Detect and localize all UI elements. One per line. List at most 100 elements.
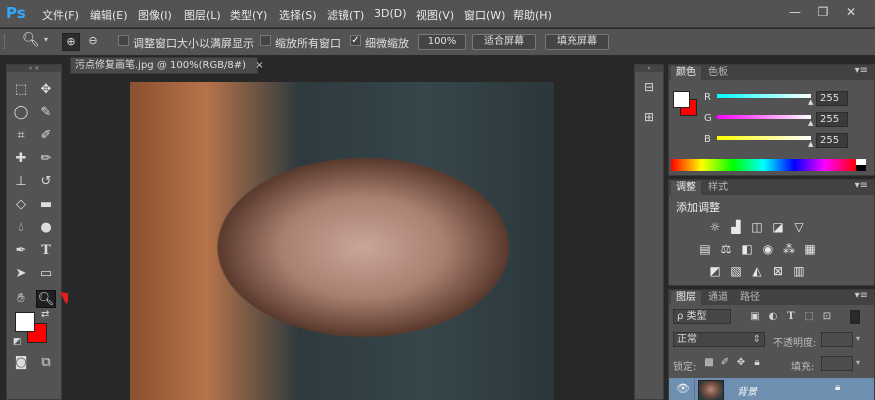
layer-name[interactable]: 背景: [737, 383, 757, 398]
menu-window[interactable]: 窗口(W): [464, 7, 505, 23]
actual-pixels-button[interactable]: 100%: [418, 34, 466, 50]
resize-windows-checkbox[interactable]: [118, 35, 129, 46]
layer-row[interactable]: 👁︎ 背景 🔒︎: [669, 378, 874, 400]
eyedropper-icon[interactable]: ✐: [36, 127, 56, 145]
properties-panel-icon[interactable]: ⊞: [642, 111, 656, 125]
spot-healing-icon[interactable]: ✚: [11, 150, 31, 168]
blur-icon[interactable]: 💧︎: [11, 219, 31, 237]
filter-shape-icon[interactable]: ⬚: [803, 311, 815, 323]
channel-mixer-icon[interactable]: ⁂: [781, 242, 797, 256]
lasso-icon[interactable]: ◯: [11, 104, 31, 122]
eraser-icon[interactable]: ◇: [11, 196, 31, 214]
layer-kind-filter[interactable]: ρ 类型: [673, 309, 731, 324]
move-icon[interactable]: ✥: [36, 81, 56, 99]
zoom-preset-icon[interactable]: 🔍︎: [22, 32, 40, 48]
fill-dropdown-icon[interactable]: ▾: [856, 358, 860, 367]
posterize-icon[interactable]: ▧: [728, 264, 744, 278]
color-fg-swatch[interactable]: [673, 91, 690, 108]
dodge-icon[interactable]: ●: [36, 219, 56, 237]
close-tab-icon[interactable]: ×: [255, 60, 263, 71]
zoom-all-checkbox[interactable]: [260, 35, 271, 46]
tab-swatches[interactable]: 色板: [703, 66, 733, 80]
lock-image-icon[interactable]: ✐: [719, 357, 731, 369]
history-panel-icon[interactable]: ⊟: [642, 81, 656, 95]
tab-color[interactable]: 颜色: [671, 66, 701, 80]
type-icon[interactable]: T: [36, 242, 56, 260]
slider-track-r[interactable]: [717, 94, 811, 98]
screen-mode-icon[interactable]: ⧉: [36, 354, 56, 372]
rectangle-icon[interactable]: ▭: [36, 265, 56, 283]
tab-layers[interactable]: 图层: [671, 291, 701, 305]
value-g[interactable]: 255: [816, 112, 848, 127]
gradient-icon[interactable]: ▬: [36, 196, 56, 214]
document-tab[interactable]: 污点修复画笔.jpg @ 100%(RGB/8#) ×: [70, 57, 264, 74]
zoom-tool-icon[interactable]: 🔍︎: [36, 290, 56, 308]
filter-smart-icon[interactable]: ⊡: [821, 311, 833, 323]
swap-colors-icon[interactable]: ⇄: [41, 309, 49, 320]
dock-handle[interactable]: «: [635, 65, 663, 72]
quick-mask-icon[interactable]: ◙: [11, 354, 31, 372]
hue-saturation-icon[interactable]: ▤: [697, 242, 713, 256]
menu-help[interactable]: 帮助(H): [513, 7, 552, 23]
restore-button[interactable]: ❐: [810, 2, 836, 22]
stamp-icon[interactable]: ⊥: [11, 173, 31, 191]
pen-icon[interactable]: ✒: [11, 242, 31, 260]
exposure-icon[interactable]: ◪: [770, 220, 786, 234]
grip-handle[interactable]: [4, 35, 7, 49]
black-white-icon[interactable]: ◧: [739, 242, 755, 256]
foreground-color-swatch[interactable]: [15, 312, 35, 332]
blend-mode-select[interactable]: 正常 ⇕: [673, 332, 765, 347]
tab-paths[interactable]: 路径: [735, 291, 765, 305]
brush-icon[interactable]: ✏: [36, 150, 56, 168]
quick-select-icon[interactable]: ✎: [36, 104, 56, 122]
curves-icon[interactable]: ◫: [749, 220, 765, 234]
collapse-handle[interactable]: » ×: [7, 65, 61, 72]
path-select-icon[interactable]: ➤: [11, 265, 31, 283]
slider-thumb-g[interactable]: ▲: [808, 119, 813, 127]
slider-thumb-b[interactable]: ▲: [808, 140, 813, 148]
minimize-button[interactable]: —: [782, 2, 808, 22]
filter-adjustment-icon[interactable]: ◐: [767, 311, 779, 323]
brightness-icon[interactable]: ☼: [707, 220, 723, 234]
chevron-down-icon[interactable]: ▾: [44, 35, 48, 44]
filter-type-icon[interactable]: T: [785, 311, 797, 323]
tab-channels[interactable]: 通道: [703, 291, 733, 305]
slider-thumb-r[interactable]: ▲: [808, 98, 813, 106]
fill-screen-button[interactable]: 填充屏幕: [545, 34, 609, 50]
zoom-in-icon[interactable]: ⊕: [62, 33, 80, 51]
marquee-icon[interactable]: ⬚: [11, 81, 31, 99]
black-white-swatch[interactable]: [856, 159, 866, 171]
color-balance-icon[interactable]: ⚖: [718, 242, 734, 256]
close-button[interactable]: ✕: [838, 2, 864, 22]
value-r[interactable]: 255: [816, 91, 848, 106]
color-spectrum-bar[interactable]: [671, 159, 856, 171]
tab-styles[interactable]: 样式: [703, 181, 733, 195]
fit-screen-button[interactable]: 适合屏幕: [472, 34, 536, 50]
invert-icon[interactable]: ◩: [707, 264, 723, 278]
panel-menu-icon[interactable]: ▾≡: [855, 65, 868, 76]
levels-icon[interactable]: ▟: [728, 220, 744, 234]
gradient-map-icon[interactable]: ▥: [791, 264, 807, 278]
menu-3d[interactable]: 3D(D): [374, 7, 407, 20]
menu-layer[interactable]: 图层(L): [184, 7, 221, 23]
panel-menu-icon[interactable]: ▾≡: [855, 290, 868, 301]
value-b[interactable]: 255: [816, 133, 848, 148]
lock-position-icon[interactable]: ✥: [735, 357, 747, 369]
menu-filter[interactable]: 滤镜(T): [327, 7, 364, 23]
menu-file[interactable]: 文件(F): [42, 7, 79, 23]
history-brush-icon[interactable]: ↺: [36, 173, 56, 191]
menu-view[interactable]: 视图(V): [416, 7, 454, 23]
filter-toggle[interactable]: [850, 310, 860, 324]
color-lookup-icon[interactable]: ▦: [802, 242, 818, 256]
slider-track-b[interactable]: [717, 136, 811, 140]
menu-edit[interactable]: 编辑(E): [90, 7, 128, 23]
scrubby-zoom-checkbox[interactable]: ✓: [350, 35, 361, 46]
vibrance-icon[interactable]: ▽: [791, 220, 807, 234]
tab-adjustments[interactable]: 调整: [671, 181, 701, 195]
menu-select[interactable]: 选择(S): [279, 7, 317, 23]
photo-filter-icon[interactable]: ◉: [760, 242, 776, 256]
lock-transparent-icon[interactable]: ▩: [703, 357, 715, 369]
hand-icon[interactable]: ✋︎: [11, 290, 31, 308]
filter-pixel-icon[interactable]: ▣: [749, 311, 761, 323]
opacity-dropdown-icon[interactable]: ▾: [856, 334, 860, 343]
